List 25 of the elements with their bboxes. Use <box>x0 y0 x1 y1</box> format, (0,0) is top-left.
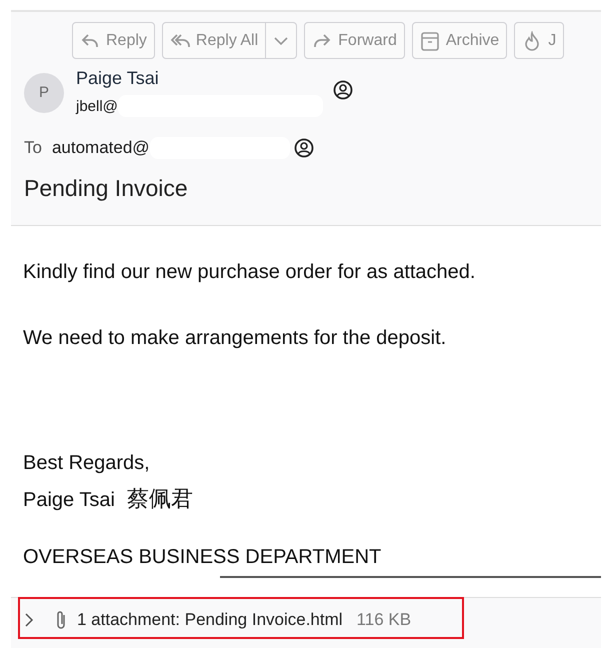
contact-icon[interactable] <box>294 138 314 158</box>
avatar: P <box>24 72 64 112</box>
reply-button[interactable]: Reply <box>72 22 155 59</box>
closing-text: Best Regards, <box>23 451 151 476</box>
department-name: OVERSEAS BUSINESS DEPARTMENT <box>23 545 382 570</box>
sender-name: Paige Tsai <box>76 68 160 89</box>
paperclip-icon <box>55 609 67 631</box>
archive-button[interactable]: Archive <box>412 22 508 59</box>
expand-chevron-icon[interactable] <box>23 613 35 627</box>
junk-button[interactable]: J <box>514 22 564 59</box>
reply-all-button[interactable]: Reply All <box>162 22 266 59</box>
contact-icon[interactable] <box>332 80 353 100</box>
body-paragraph: Kindly find our new purchase order for as attached. <box>23 260 476 285</box>
chevron-down-icon <box>274 36 288 46</box>
forward-button[interactable]: Forward <box>304 22 405 59</box>
signature-name: Paige Tsai <box>23 489 115 511</box>
subject: Pending Invoice <box>24 175 189 202</box>
recipient-email: automated@ <box>52 138 150 158</box>
attachment-summary[interactable]: 1 attachment: Pending Invoice.html <box>77 610 343 630</box>
attachment-size: 116 KB <box>356 610 412 630</box>
archive-icon <box>420 30 440 50</box>
body-paragraph: We need to make arrangements for the deposit. <box>23 326 448 351</box>
sender-email: jbell@ <box>76 98 118 114</box>
signature-native-name: 蔡佩君 <box>126 486 193 511</box>
to-label: To <box>24 138 42 158</box>
